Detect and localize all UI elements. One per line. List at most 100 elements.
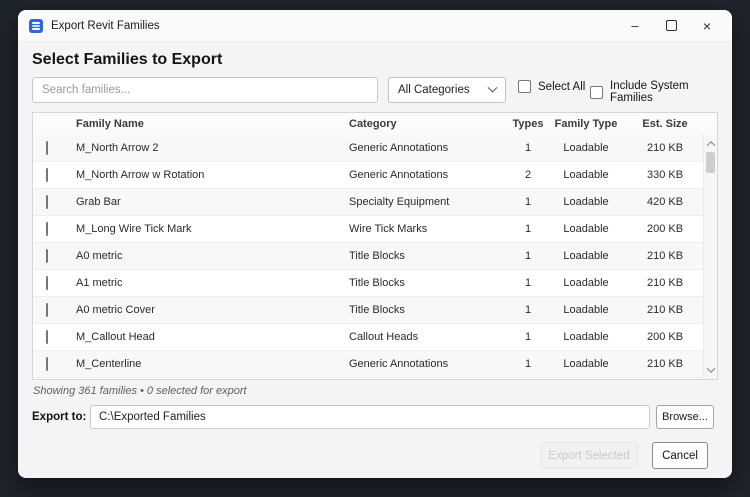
table-row[interactable]: A1 metricTitle Blocks1Loadable210 KB bbox=[33, 270, 703, 297]
table-body: M_North Arrow 2Generic Annotations1Loada… bbox=[33, 135, 703, 379]
status-text: Showing 361 families • 0 selected for ex… bbox=[33, 385, 247, 397]
families-table: Family Name Category Types Family Type E… bbox=[32, 112, 718, 380]
cell-family-name: A1 metric bbox=[73, 277, 349, 289]
cell-family-name: A0 metric bbox=[73, 250, 349, 262]
cell-family-type: Loadable bbox=[545, 223, 627, 235]
cell-family-type: Loadable bbox=[545, 169, 627, 181]
chevron-down-icon bbox=[488, 82, 498, 92]
maximize-button[interactable] bbox=[653, 10, 689, 41]
scroll-up-icon[interactable] bbox=[704, 138, 717, 150]
cell-category: Title Blocks bbox=[349, 250, 511, 262]
cell-family-type: Loadable bbox=[545, 142, 627, 154]
table-scrollbar[interactable] bbox=[703, 135, 717, 379]
cell-est-size: 210 KB bbox=[627, 250, 703, 262]
table-row[interactable]: M_Callout HeadCallout Heads1Loadable200 … bbox=[33, 324, 703, 351]
cell-est-size: 330 KB bbox=[627, 169, 703, 181]
app-icon bbox=[29, 19, 43, 33]
cancel-button[interactable]: Cancel bbox=[652, 442, 708, 469]
cell-est-size: 210 KB bbox=[627, 277, 703, 289]
category-dropdown[interactable]: All Categories bbox=[388, 77, 506, 103]
cell-category: Generic Annotations bbox=[349, 169, 511, 181]
cell-types: 1 bbox=[511, 331, 545, 343]
close-button[interactable]: × bbox=[689, 10, 725, 41]
cell-family-type: Loadable bbox=[545, 331, 627, 343]
browse-button[interactable]: Browse... bbox=[656, 405, 714, 429]
column-header-est-size: Est. Size bbox=[627, 118, 703, 130]
minimize-icon: – bbox=[631, 18, 638, 33]
cell-est-size: 200 KB bbox=[627, 223, 703, 235]
cell-category: Callout Heads bbox=[349, 331, 511, 343]
cell-est-size: 210 KB bbox=[627, 358, 703, 370]
cell-est-size: 210 KB bbox=[627, 142, 703, 154]
row-checkbox[interactable] bbox=[46, 303, 48, 317]
column-header-types: Types bbox=[511, 118, 545, 130]
cell-category: Specialty Equipment bbox=[349, 196, 511, 208]
export-path-input[interactable] bbox=[90, 405, 650, 429]
table-row[interactable]: Grab BarSpecialty Equipment1Loadable420 … bbox=[33, 189, 703, 216]
include-system-label: Include System Families bbox=[610, 80, 732, 104]
cell-category: Generic Annotations bbox=[349, 358, 511, 370]
row-checkbox[interactable] bbox=[46, 168, 48, 182]
row-checkbox[interactable] bbox=[46, 195, 48, 209]
include-system-checkbox-group[interactable]: Include System Families bbox=[590, 80, 732, 104]
window-title: Export Revit Families bbox=[51, 20, 160, 32]
include-system-checkbox[interactable] bbox=[590, 86, 603, 99]
export-selected-button-label: Export Selected bbox=[548, 450, 629, 462]
window-controls: – × bbox=[617, 10, 732, 41]
cell-family-type: Loadable bbox=[545, 250, 627, 262]
cell-family-name: A0 metric Cover bbox=[73, 304, 349, 316]
cell-family-type: Loadable bbox=[545, 358, 627, 370]
cell-family-type: Loadable bbox=[545, 277, 627, 289]
search-input[interactable] bbox=[32, 77, 378, 103]
scrollbar-thumb[interactable] bbox=[706, 152, 715, 173]
cell-family-name: M_Callout Head bbox=[73, 331, 349, 343]
row-checkbox[interactable] bbox=[46, 249, 48, 263]
maximize-icon bbox=[666, 20, 677, 31]
page-title: Select Families to Export bbox=[32, 51, 222, 69]
cell-types: 1 bbox=[511, 358, 545, 370]
scroll-down-icon[interactable] bbox=[704, 364, 717, 376]
row-checkbox[interactable] bbox=[46, 357, 48, 371]
cell-category: Wire Tick Marks bbox=[349, 223, 511, 235]
row-checkbox[interactable] bbox=[46, 276, 48, 290]
select-all-checkbox-group[interactable]: Select All bbox=[518, 80, 585, 93]
cell-family-type: Loadable bbox=[545, 196, 627, 208]
cell-est-size: 420 KB bbox=[627, 196, 703, 208]
row-checkbox[interactable] bbox=[46, 141, 48, 155]
cell-types: 1 bbox=[511, 250, 545, 262]
row-checkbox[interactable] bbox=[46, 222, 48, 236]
export-selected-button[interactable]: Export Selected bbox=[540, 442, 638, 469]
browse-button-label: Browse... bbox=[662, 411, 708, 423]
column-header-category: Category bbox=[349, 118, 511, 130]
cell-category: Title Blocks bbox=[349, 277, 511, 289]
cell-family-name: M_Centerline bbox=[73, 358, 349, 370]
export-to-label: Export to: bbox=[32, 405, 86, 429]
cell-category: Generic Annotations bbox=[349, 142, 511, 154]
cell-family-name: M_North Arrow w Rotation bbox=[73, 169, 349, 181]
cell-family-name: M_Long Wire Tick Mark bbox=[73, 223, 349, 235]
cell-types: 1 bbox=[511, 142, 545, 154]
cell-types: 1 bbox=[511, 223, 545, 235]
column-header-family-name: Family Name bbox=[73, 118, 349, 130]
table-row[interactable]: A0 metricTitle Blocks1Loadable210 KB bbox=[33, 243, 703, 270]
table-row[interactable]: M_North Arrow 2Generic Annotations1Loada… bbox=[33, 135, 703, 162]
cell-types: 1 bbox=[511, 196, 545, 208]
table-row[interactable]: M_North Arrow w RotationGeneric Annotati… bbox=[33, 162, 703, 189]
cell-category: Title Blocks bbox=[349, 304, 511, 316]
cancel-button-label: Cancel bbox=[662, 450, 698, 462]
cell-family-type: Loadable bbox=[545, 304, 627, 316]
table-row[interactable]: M_Long Wire Tick MarkWire Tick Marks1Loa… bbox=[33, 216, 703, 243]
cell-est-size: 210 KB bbox=[627, 304, 703, 316]
table-row[interactable]: A0 metric CoverTitle Blocks1Loadable210 … bbox=[33, 297, 703, 324]
select-all-checkbox[interactable] bbox=[518, 80, 531, 93]
minimize-button[interactable]: – bbox=[617, 10, 653, 41]
table-row[interactable]: M_Elevation Mark Body CircleElevation Ma… bbox=[33, 378, 703, 379]
column-header-family-type: Family Type bbox=[545, 118, 627, 130]
row-checkbox[interactable] bbox=[46, 330, 48, 344]
category-dropdown-value: All Categories bbox=[398, 84, 470, 96]
select-all-label: Select All bbox=[538, 81, 585, 93]
cell-types: 2 bbox=[511, 169, 545, 181]
table-header-row: Family Name Category Types Family Type E… bbox=[33, 113, 717, 136]
export-families-dialog: Export Revit Families – × Select Familie… bbox=[18, 10, 732, 478]
table-row[interactable]: M_CenterlineGeneric Annotations1Loadable… bbox=[33, 351, 703, 378]
